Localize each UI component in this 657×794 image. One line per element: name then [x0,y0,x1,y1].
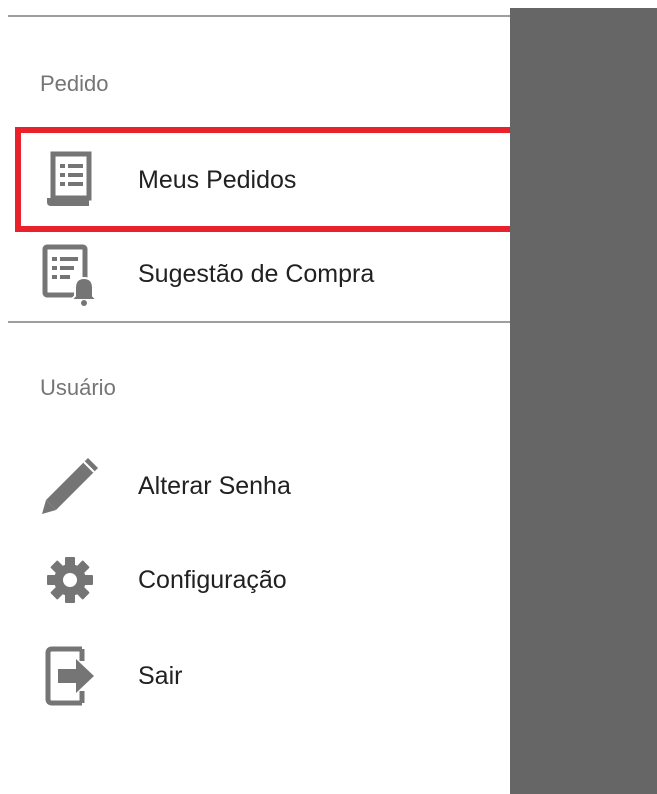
menu-item-alterar-senha[interactable]: Alterar Senha [0,440,510,532]
section-header-pedido: Pedido [40,71,109,96]
section-header-usuario: Usuário [40,375,116,400]
menu-item-label: Meus Pedidos [138,166,297,194]
purchase-suggestion-icon [38,242,102,306]
menu-item-sair[interactable]: Sair [0,630,510,722]
logout-icon [38,644,102,708]
menu-item-label: Configuração [138,566,287,594]
menu-item-label: Alterar Senha [138,472,291,500]
menu-item-configuracao[interactable]: Configuração [0,534,510,626]
menu-item-label: Sair [138,662,183,690]
pencil-icon [38,454,102,518]
app-screen: Pedido Meus Pedidos Sugestão de Compra U… [0,0,657,794]
menu-item-label: Sugestão de Compra [138,260,375,288]
menu-item-sugestao-de-compra[interactable]: Sugestão de Compra [0,228,510,320]
gear-icon [38,548,102,612]
section-divider [8,321,510,323]
navigation-drawer: Pedido Meus Pedidos Sugestão de Compra U… [0,0,519,794]
top-divider [8,15,510,17]
drawer-scrim[interactable] [510,8,657,794]
order-list-icon [38,148,102,212]
menu-item-meus-pedidos[interactable]: Meus Pedidos [0,134,510,226]
